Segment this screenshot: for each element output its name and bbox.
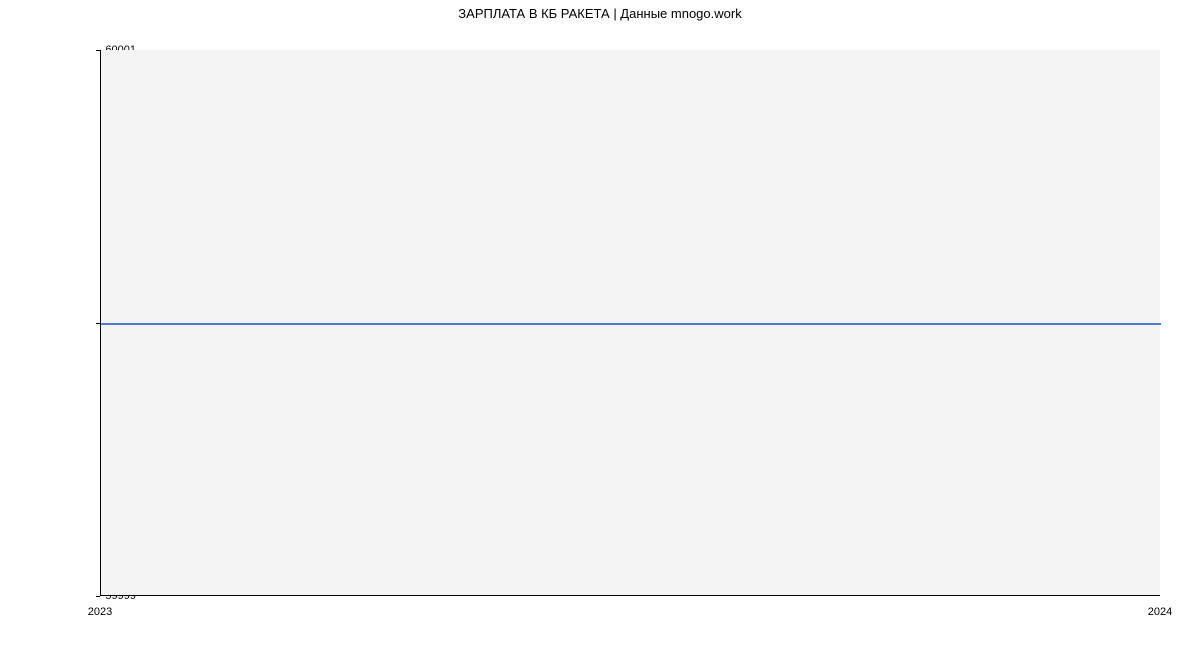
x-tick-label: 2023 <box>88 606 112 618</box>
x-tick-label: 2024 <box>1148 606 1172 618</box>
y-tick-mark <box>96 596 100 597</box>
data-line <box>101 323 1161 325</box>
chart-title: ЗАРПЛАТА В КБ РАКЕТА | Данные mnogo.work <box>0 6 1200 21</box>
plot-area <box>100 50 1160 596</box>
